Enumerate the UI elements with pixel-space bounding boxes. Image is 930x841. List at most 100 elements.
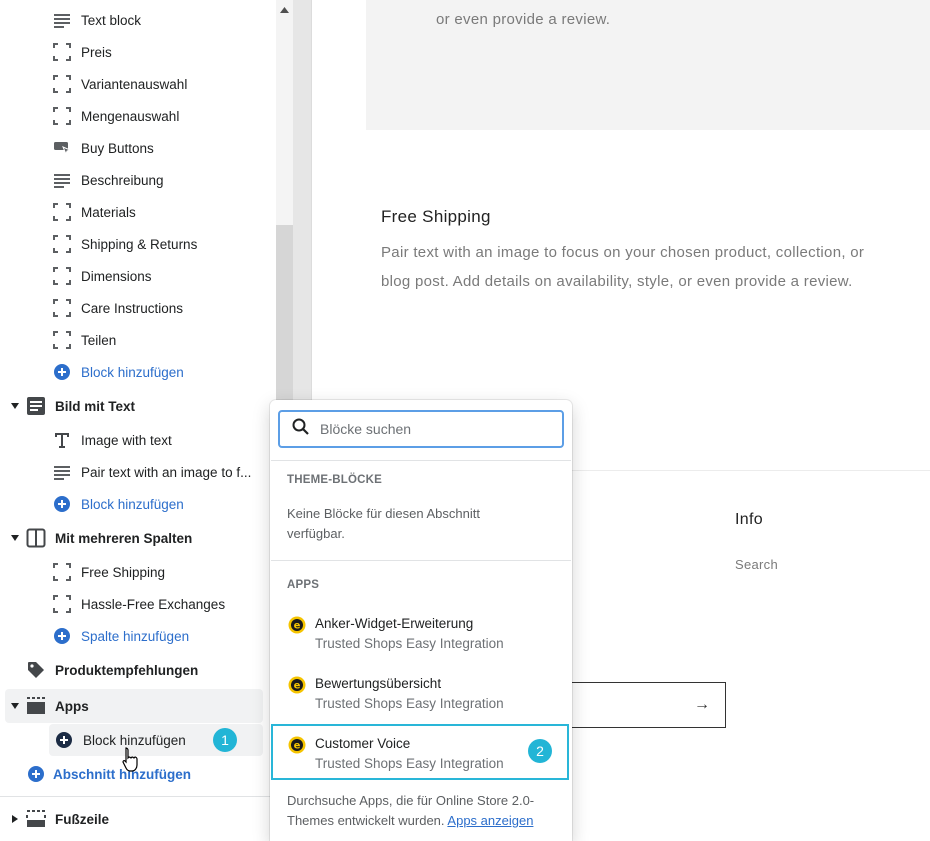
- step-badge-1: 1: [213, 728, 237, 752]
- add-column-label: Spalte hinzufügen: [81, 628, 190, 644]
- block-item-label: Beschreibung: [81, 172, 164, 188]
- dashed-block-icon: [52, 266, 72, 286]
- apps-section-icon: [26, 696, 46, 716]
- caret-down-icon[interactable]: [8, 699, 22, 713]
- text-t-icon: [52, 430, 72, 450]
- app-vendor-name: Trusted Shops Easy Integration: [315, 636, 504, 651]
- block-item-shipping-returns[interactable]: Shipping & Returns: [52, 230, 267, 258]
- popover-divider: [271, 560, 571, 561]
- theme-blocks-empty-line1: Keine Blöcke für diesen Abschnitt: [287, 506, 480, 521]
- block-item-label: Mengenauswahl: [81, 108, 180, 124]
- block-item-variantenauswahl[interactable]: Variantenauswahl: [52, 70, 267, 98]
- buy-button-icon: [52, 138, 72, 158]
- section-mit-mehreren-spalten[interactable]: Mit mehreren Spalten: [8, 524, 268, 552]
- show-apps-link[interactable]: Apps anzeigen: [447, 813, 533, 828]
- plus-circle-icon: [26, 764, 46, 784]
- sidebar-scrollbar-thumb[interactable]: [276, 225, 293, 420]
- apps-header: APPS: [287, 579, 320, 591]
- section-apps[interactable]: Apps: [5, 689, 263, 723]
- app-vendor-name: Trusted Shops Easy Integration: [315, 696, 504, 711]
- block-item-hassle-free-exchanges[interactable]: Hassle-Free Exchanges: [52, 590, 267, 618]
- block-item-free-shipping[interactable]: Free Shipping: [52, 558, 267, 586]
- text-lines-icon: [52, 170, 72, 190]
- block-search-input[interactable]: [320, 421, 540, 437]
- column-heading: Free Shipping: [381, 207, 491, 226]
- columns-section-icon: [26, 528, 46, 548]
- theme-editor-sidebar: Text block Preis Variantenauswahl Mengen…: [0, 0, 276, 841]
- add-section-button[interactable]: Abschnitt hinzufügen: [26, 760, 256, 788]
- app-block-name: Bewertungsübersicht: [315, 676, 442, 691]
- app-block-option[interactable]: e Bewertungsübersicht Trusted Shops Easy…: [271, 662, 569, 718]
- caret-down-icon[interactable]: [8, 531, 22, 545]
- section-produktempfehlungen[interactable]: Produktempfehlungen: [8, 656, 268, 684]
- caret-spacer: [8, 663, 22, 677]
- text-lines-icon: [52, 462, 72, 482]
- block-item-preis[interactable]: Preis: [52, 38, 267, 66]
- block-item-mengenauswahl[interactable]: Mengenauswahl: [52, 102, 267, 130]
- block-item-care-instructions[interactable]: Care Instructions: [52, 294, 267, 322]
- column-body-line2: blog post. Add details on availability, …: [381, 273, 853, 290]
- section-bild-mit-text[interactable]: Bild mit Text: [8, 392, 268, 420]
- block-item-label: Image with text: [81, 432, 172, 448]
- footer-search-link[interactable]: Search: [735, 557, 778, 572]
- column-body-line1: Pair text with an image to focus on your…: [381, 244, 865, 261]
- block-item-label: Variantenauswahl: [81, 76, 188, 92]
- section-label: Fußzeile: [55, 811, 110, 827]
- section-label: Mit mehreren Spalten: [55, 530, 193, 546]
- step-badge-2: 2: [528, 739, 552, 763]
- app-block-option-selected[interactable]: e Customer Voice Trusted Shops Easy Inte…: [271, 724, 569, 780]
- dashed-block-icon: [52, 106, 72, 126]
- dashed-block-icon: [52, 234, 72, 254]
- add-block-button[interactable]: Block hinzufügen: [52, 490, 267, 518]
- block-item-beschreibung[interactable]: Beschreibung: [52, 166, 267, 194]
- sidebar-divider: [0, 796, 276, 797]
- block-item-pair-text[interactable]: Pair text with an image to f...: [52, 458, 267, 486]
- block-item-buy-buttons[interactable]: Buy Buttons: [52, 134, 267, 162]
- app-vendor-name: Trusted Shops Easy Integration: [315, 756, 504, 771]
- tag-icon: [26, 660, 46, 680]
- plus-circle-icon: [52, 494, 72, 514]
- trusted-shops-logo-icon: e: [288, 676, 306, 694]
- block-item-label: Buy Buttons: [81, 140, 154, 156]
- search-icon: [292, 418, 310, 441]
- block-item-materials[interactable]: Materials: [52, 198, 267, 226]
- section-label: Bild mit Text: [55, 398, 136, 414]
- add-column-button[interactable]: Spalte hinzufügen: [52, 622, 267, 650]
- dashed-block-icon: [52, 202, 72, 222]
- block-item-label: Care Instructions: [81, 300, 184, 316]
- preview-top-text: or even provide a review.: [436, 11, 611, 28]
- block-item-label: Shipping & Returns: [81, 236, 198, 252]
- section-label: Apps: [55, 698, 89, 714]
- trusted-shops-logo-icon: e: [288, 736, 306, 754]
- svg-text:e: e: [294, 621, 301, 632]
- block-item-label: Pair text with an image to f...: [81, 464, 252, 480]
- arrow-right-icon[interactable]: →: [694, 696, 710, 714]
- dashed-block-icon: [52, 562, 72, 582]
- app-block-option[interactable]: e Anker-Widget-Erweiterung Trusted Shops…: [271, 602, 569, 658]
- trusted-shops-logo-icon: e: [288, 616, 306, 634]
- apps-footer-line1: Durchsuche Apps, die für Online Store 2.…: [287, 793, 535, 808]
- block-search-field[interactable]: [278, 410, 564, 448]
- add-block-button[interactable]: Block hinzufügen: [52, 358, 267, 386]
- footer-section-icon: [26, 809, 46, 829]
- scroll-up-arrow-icon[interactable]: [280, 0, 289, 13]
- block-item-label: Text block: [81, 12, 142, 28]
- block-item-label: Teilen: [81, 332, 117, 348]
- block-item-teilen[interactable]: Teilen: [52, 326, 267, 354]
- caret-down-icon[interactable]: [8, 399, 22, 413]
- block-item-text-block[interactable]: Text block: [52, 6, 267, 34]
- block-item-label: Hassle-Free Exchanges: [81, 596, 226, 612]
- caret-right-icon[interactable]: [8, 812, 22, 826]
- footer-info-heading: Info: [735, 511, 763, 528]
- dashed-block-icon: [52, 298, 72, 318]
- app-block-name: Customer Voice: [315, 736, 411, 751]
- app-block-name: Anker-Widget-Erweiterung: [315, 616, 474, 631]
- section-fusszeile[interactable]: Fußzeile: [8, 805, 268, 833]
- apps-footer-line2: Themes entwickelt wurden. Apps anzeigen: [287, 811, 562, 831]
- theme-blocks-empty-line2: verfügbar.: [287, 526, 345, 541]
- hand-pointer-icon: [121, 746, 141, 777]
- svg-text:e: e: [294, 741, 301, 752]
- block-item-image-with-text[interactable]: Image with text: [52, 426, 267, 454]
- block-item-dimensions[interactable]: Dimensions: [52, 262, 267, 290]
- apps-footer-text: Themes entwickelt wurden.: [287, 813, 445, 828]
